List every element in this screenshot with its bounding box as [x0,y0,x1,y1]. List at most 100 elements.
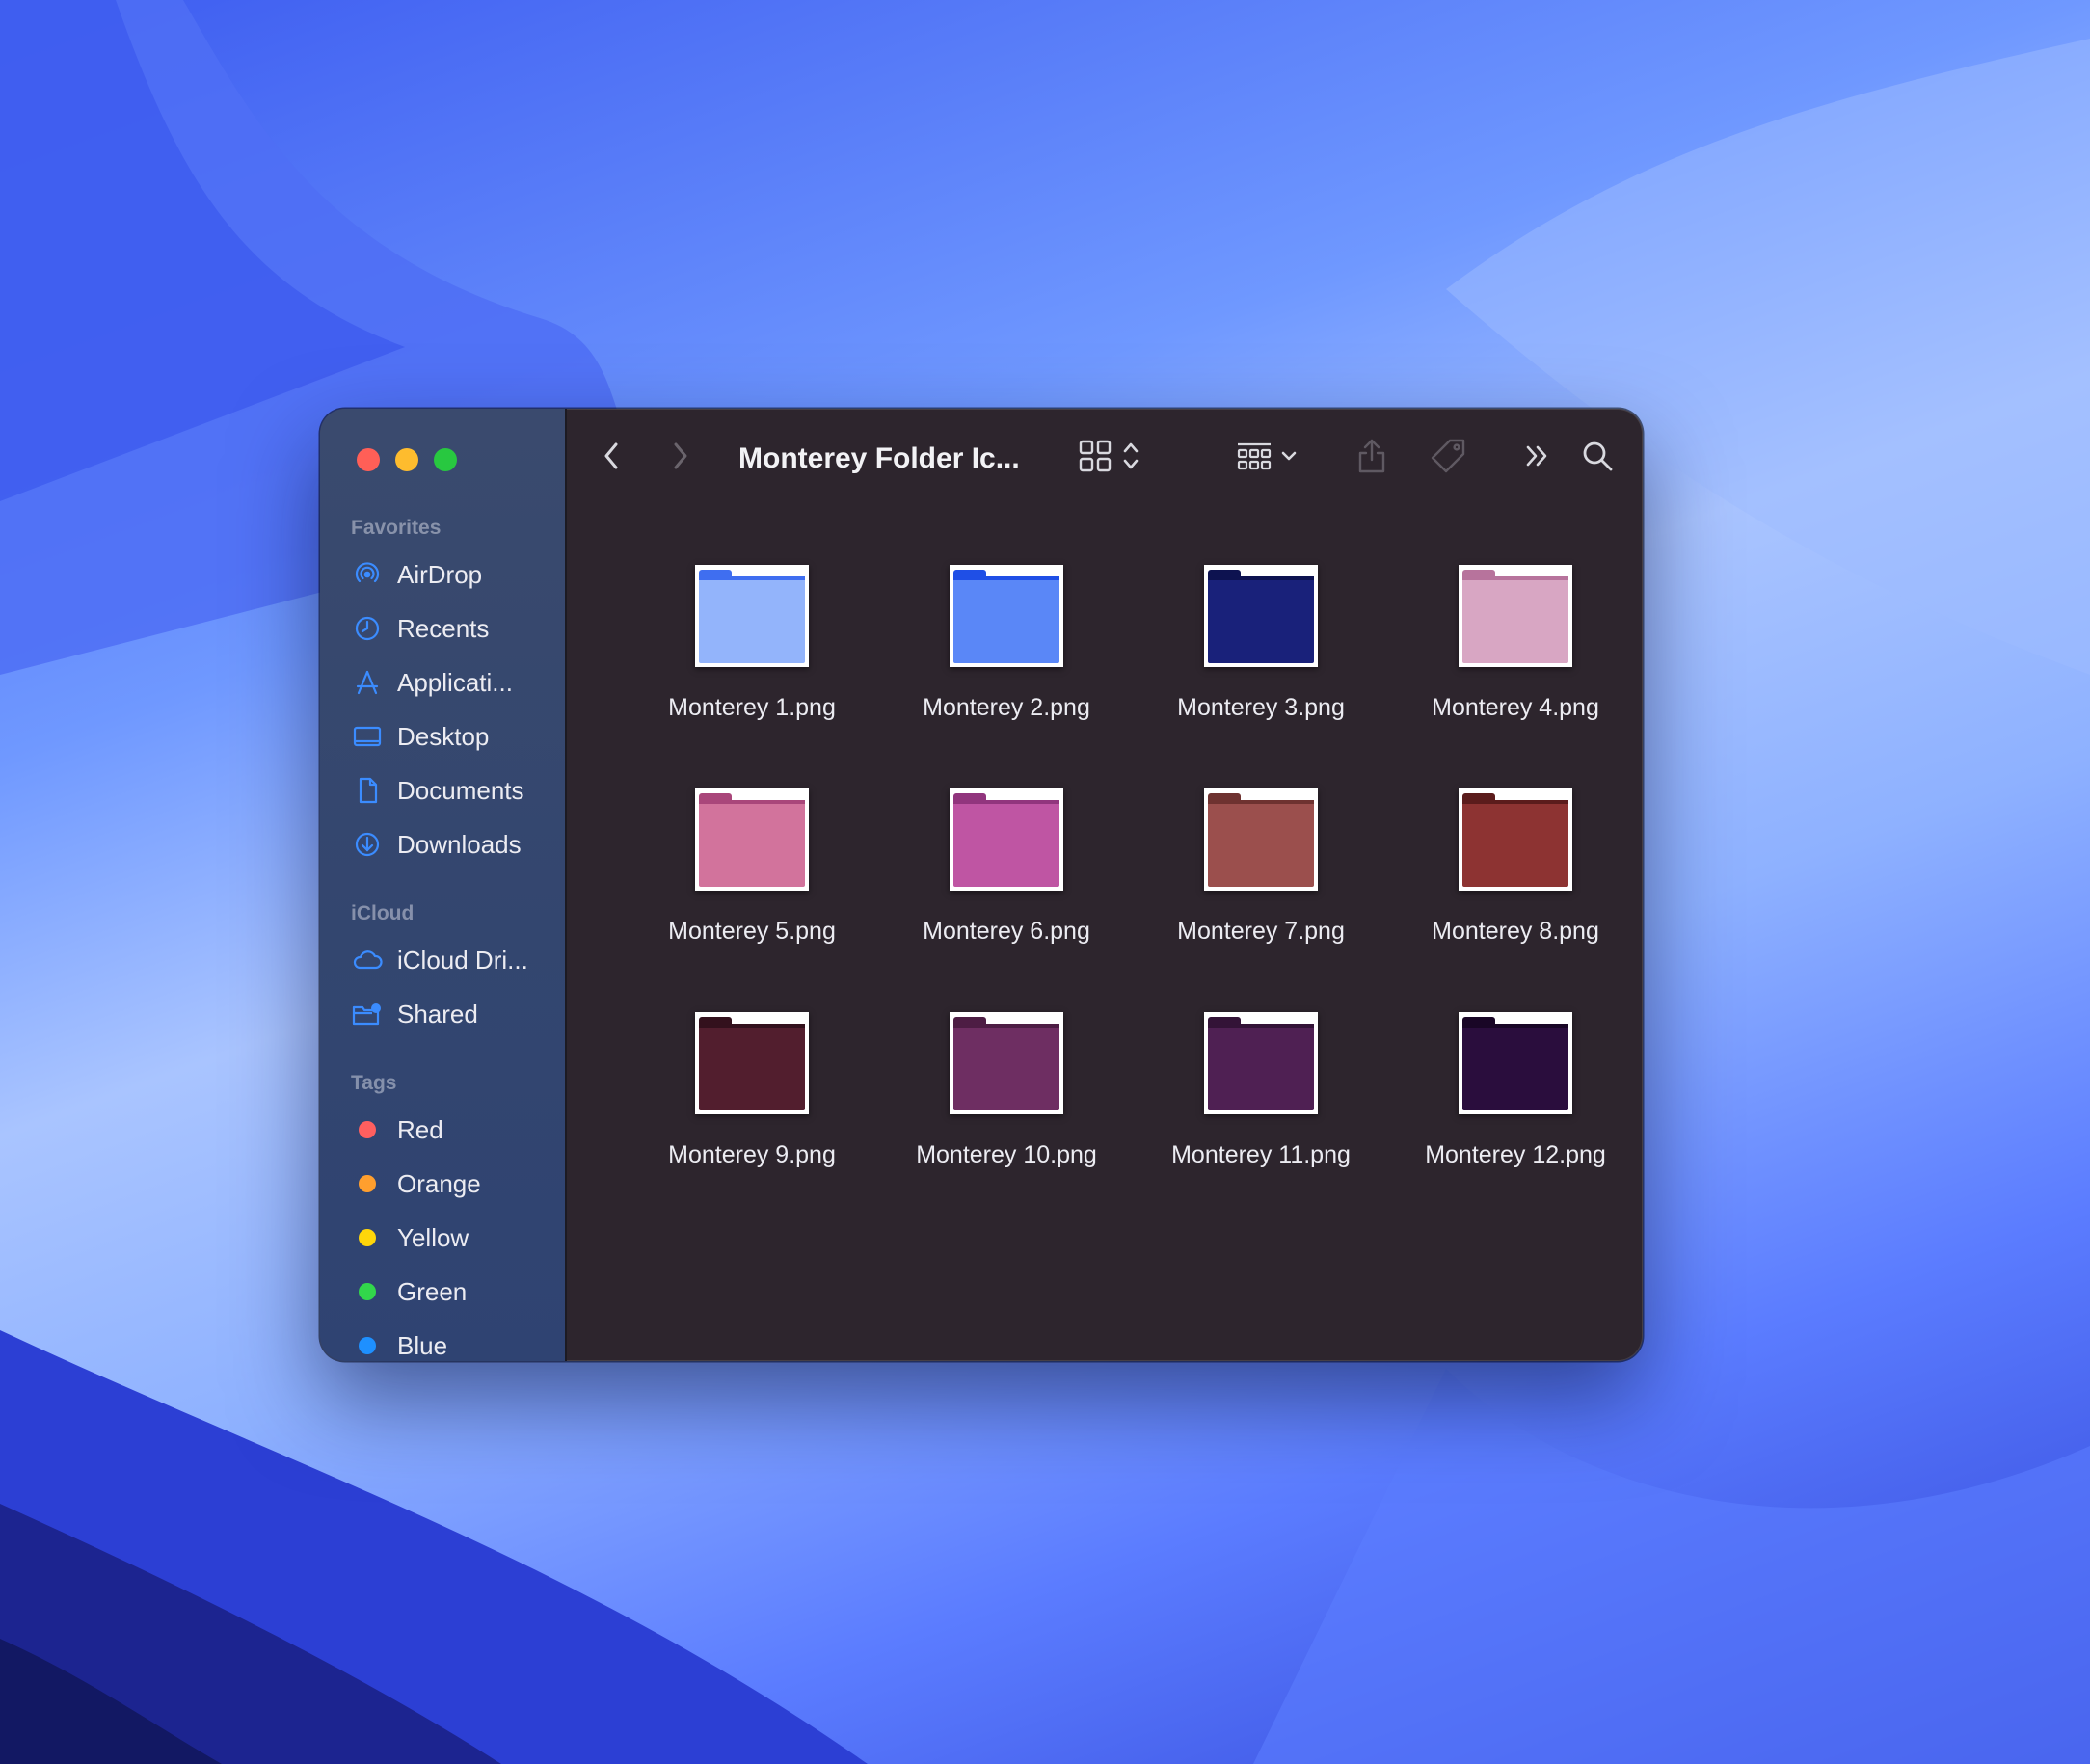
document-icon [351,774,384,807]
sidebar-tag-orange[interactable]: Orange [351,1163,553,1205]
file-item[interactable]: Monterey 9.png [641,1012,863,1215]
file-item[interactable]: Monterey 2.png [896,565,1117,767]
sidebar-tag-red[interactable]: Red [351,1109,553,1151]
file-name: Monterey 4.png [1432,694,1599,721]
airdrop-icon [351,558,384,591]
sidebar-item-label: iCloud Dri... [397,945,528,975]
search-icon [1580,439,1615,478]
sidebar-item-shared[interactable]: Shared [351,993,553,1035]
sidebar-tag-blue[interactable]: Blue [351,1324,553,1361]
folder-thumbnail-icon [950,1012,1063,1114]
chevron-down-icon [1280,449,1298,468]
folder-thumbnail-icon [695,565,809,667]
applications-icon [351,666,384,699]
file-name: Monterey 12.png [1425,1141,1606,1168]
section-title-favorites: Favorites [351,517,442,539]
chevron-right-icon [668,440,691,477]
tag-icon [1429,437,1467,480]
sidebar-item-label: Green [397,1276,468,1306]
file-item[interactable]: Monterey 5.png [641,788,863,991]
chevron-left-icon [601,440,624,477]
file-item[interactable]: Monterey 1.png [641,565,863,767]
folder-thumbnail-icon [695,788,809,891]
folder-thumbnail-icon [1204,565,1318,667]
share-icon [1356,437,1387,480]
tag-dot-icon [351,1113,384,1146]
file-name: Monterey 3.png [1177,694,1345,721]
sidebar-item-label: Orange [397,1168,481,1198]
file-browser: Monterey Folder Ic... Monterey 1.png Mon… [567,409,1643,1361]
sidebar-tag-green[interactable]: Green [351,1270,553,1313]
file-item[interactable]: Monterey 12.png [1405,1012,1626,1215]
clock-icon [351,612,384,645]
shared-folder-icon [351,998,384,1030]
forward-button[interactable] [657,436,702,480]
cloud-icon [351,944,384,976]
chevron-up-down-icon [1122,439,1139,478]
file-item[interactable]: Monterey 6.png [896,788,1117,991]
sidebar-item-icloud-drive[interactable]: iCloud Dri... [351,939,553,981]
view-mode-button[interactable] [1070,434,1147,482]
file-name: Monterey 6.png [923,918,1090,945]
sidebar-item-label: Red [397,1114,443,1144]
file-name: Monterey 8.png [1432,918,1599,945]
close-window-button[interactable] [357,448,380,471]
sidebar-item-desktop[interactable]: Desktop [351,715,553,758]
sidebar-item-label: Shared [397,999,478,1029]
more-toolbar-button[interactable] [1515,436,1560,480]
tag-dot-icon [351,1221,384,1254]
double-chevron-right-icon [1523,441,1552,475]
file-name: Monterey 5.png [668,918,836,945]
sidebar-item-documents[interactable]: Documents [351,769,553,812]
finder-window: Favorites AirDrop Recents Applicati... D… [320,409,1643,1361]
folder-thumbnail-icon [1204,788,1318,891]
desktop-icon [351,720,384,753]
search-button[interactable] [1573,434,1621,482]
sidebar-item-label: Blue [397,1330,448,1360]
folder-thumbnail-icon [1204,1012,1318,1114]
file-item[interactable]: Monterey 7.png [1150,788,1372,991]
sidebar-item-label: Recents [397,613,490,643]
sidebar-item-label: AirDrop [397,559,483,589]
tag-dot-icon [351,1275,384,1308]
file-name: Monterey 10.png [916,1141,1097,1168]
share-button[interactable] [1348,432,1396,484]
sidebar-tag-yellow[interactable]: Yellow [351,1216,553,1259]
section-title-icloud: iCloud [351,902,415,924]
section-title-tags: Tags [351,1072,397,1094]
file-name: Monterey 9.png [668,1141,836,1168]
sidebar-item-label: Downloads [397,829,522,859]
tag-dot-icon [351,1167,384,1200]
sidebar-item-label: Desktop [397,721,490,751]
zoom-window-button[interactable] [434,448,457,471]
back-button[interactable] [590,436,634,480]
file-name: Monterey 2.png [923,694,1090,721]
folder-thumbnail-icon [1459,565,1572,667]
sidebar-item-applications[interactable]: Applicati... [351,661,553,704]
folder-thumbnail-icon [950,565,1063,667]
folder-thumbnail-icon [695,1012,809,1114]
file-item[interactable]: Monterey 4.png [1405,565,1626,767]
sidebar: Favorites AirDrop Recents Applicati... D… [320,409,567,1361]
group-icon [1236,439,1273,478]
sidebar-item-recents[interactable]: Recents [351,607,553,650]
sidebar-item-label: Documents [397,775,524,805]
file-item[interactable]: Monterey 8.png [1405,788,1626,991]
group-by-button[interactable] [1228,434,1305,482]
tag-button[interactable] [1421,432,1475,484]
file-item[interactable]: Monterey 3.png [1150,565,1372,767]
file-name: Monterey 7.png [1177,918,1345,945]
folder-thumbnail-icon [950,788,1063,891]
sidebar-item-label: Applicati... [397,667,513,697]
tag-dot-icon [351,1329,384,1361]
folder-thumbnail-icon [1459,1012,1572,1114]
sidebar-item-downloads[interactable]: Downloads [351,823,553,866]
sidebar-item-airdrop[interactable]: AirDrop [351,553,553,596]
file-item[interactable]: Monterey 11.png [1150,1012,1372,1215]
download-icon [351,828,384,861]
file-item[interactable]: Monterey 10.png [896,1012,1117,1215]
minimize-window-button[interactable] [395,448,418,471]
